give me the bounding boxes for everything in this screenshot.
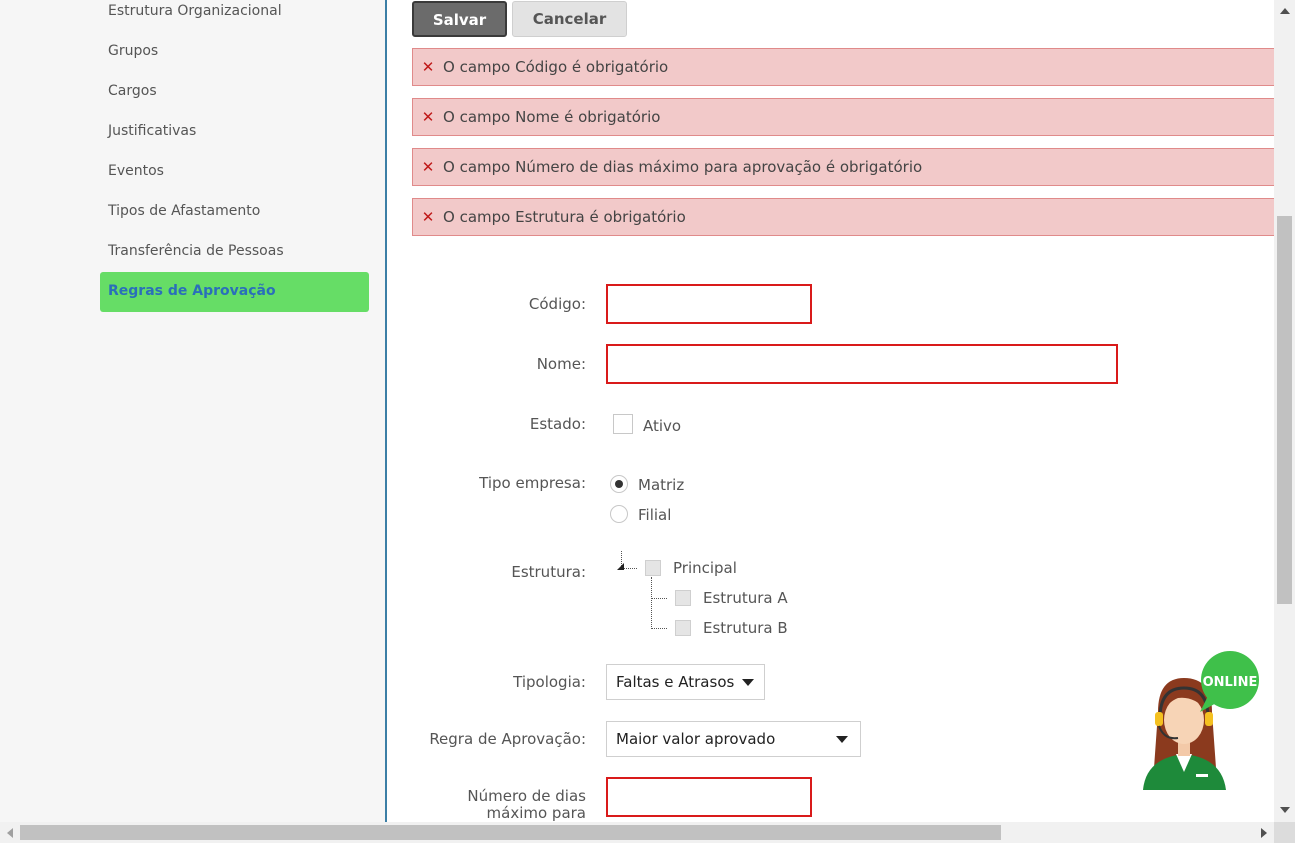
- tree-line: [651, 598, 667, 599]
- matriz-label: Matriz: [638, 476, 685, 494]
- sidebar-item-justificativas[interactable]: Justificativas: [100, 111, 369, 151]
- scrollbar-corner: [1274, 822, 1295, 843]
- error-x-icon: ✕: [421, 208, 435, 226]
- scroll-left-icon[interactable]: [7, 828, 13, 838]
- tree-expand-icon[interactable]: [617, 563, 624, 570]
- tree-line: [651, 628, 667, 629]
- estrutura-b-checkbox[interactable]: [675, 620, 691, 636]
- error-text: O campo Número de dias máximo para aprov…: [443, 158, 923, 176]
- sidebar-item-eventos[interactable]: Eventos: [100, 151, 369, 191]
- error-x-icon: ✕: [421, 108, 435, 126]
- tipologia-value: Faltas e Atrasos: [616, 673, 735, 691]
- sidebar-item-grupos[interactable]: Grupos: [100, 31, 369, 71]
- numero-dias-label: Número de dias máximo para: [467, 788, 586, 822]
- scroll-down-icon[interactable]: [1280, 807, 1290, 813]
- ativo-checkbox[interactable]: [613, 414, 633, 434]
- numero-dias-label-line2: máximo para: [486, 804, 586, 822]
- numero-dias-label-line1: Número de dias: [467, 787, 586, 805]
- chat-support-widget[interactable]: ONLINE: [1138, 650, 1263, 800]
- chevron-down-icon: [742, 679, 754, 686]
- chevron-down-icon: [836, 736, 848, 743]
- error-text: O campo Código é obrigatório: [443, 58, 669, 76]
- error-message: ✕ O campo Estrutura é obrigatório: [412, 198, 1274, 236]
- error-message: ✕ O campo Código é obrigatório: [412, 48, 1274, 86]
- estrutura-a-label: Estrutura A: [703, 589, 788, 607]
- sidebar-item-regras-aprovacao[interactable]: Regras de Aprovação: [100, 272, 369, 312]
- codigo-input[interactable]: [606, 284, 812, 324]
- principal-checkbox[interactable]: [645, 560, 661, 576]
- tipologia-label: Tipologia:: [513, 673, 586, 691]
- error-x-icon: ✕: [421, 158, 435, 176]
- sidebar-item-tipos-afastamento[interactable]: Tipos de Afastamento: [100, 191, 369, 231]
- online-status-label: ONLINE: [1203, 675, 1258, 690]
- filial-label: Filial: [638, 506, 672, 524]
- sidebar-divider: [385, 0, 387, 822]
- sidebar-item-cargos[interactable]: Cargos: [100, 71, 369, 111]
- sidebar: Estrutura Organizacional Grupos Cargos J…: [0, 0, 386, 822]
- regra-aprovacao-select[interactable]: Maior valor aprovado: [606, 721, 861, 757]
- cancel-button[interactable]: Cancelar: [512, 1, 627, 37]
- vertical-scrollbar-thumb[interactable]: [1277, 216, 1292, 604]
- support-agent-icon: ONLINE: [1143, 651, 1259, 790]
- scroll-right-icon[interactable]: [1261, 828, 1267, 838]
- error-x-icon: ✕: [421, 58, 435, 76]
- horizontal-scrollbar-thumb[interactable]: [20, 825, 1001, 840]
- estrutura-b-label: Estrutura B: [703, 619, 788, 637]
- regra-aprovacao-label: Regra de Aprovação:: [429, 730, 586, 748]
- nome-input[interactable]: [606, 344, 1118, 384]
- scroll-up-icon[interactable]: [1280, 8, 1290, 14]
- error-message: ✕ O campo Número de dias máximo para apr…: [412, 148, 1274, 186]
- sidebar-item-transferencia-pessoas[interactable]: Transferência de Pessoas: [100, 231, 369, 271]
- nome-label: Nome:: [536, 355, 586, 373]
- filial-radio[interactable]: [610, 505, 628, 523]
- ativo-label: Ativo: [643, 417, 682, 435]
- estado-label: Estado:: [529, 415, 586, 433]
- tipologia-select[interactable]: Faltas e Atrasos: [606, 664, 765, 700]
- estrutura-label: Estrutura:: [511, 563, 586, 581]
- tree-line: [651, 577, 652, 629]
- tipo-empresa-label: Tipo empresa:: [479, 474, 586, 492]
- sidebar-item-estrutura-organizacional[interactable]: Estrutura Organizacional: [100, 0, 369, 31]
- error-message: ✕ O campo Nome é obrigatório: [412, 98, 1274, 136]
- error-text: O campo Nome é obrigatório: [443, 108, 661, 126]
- numero-dias-input[interactable]: [606, 777, 812, 817]
- codigo-label: Código:: [528, 295, 586, 313]
- principal-label: Principal: [673, 559, 737, 577]
- matriz-radio[interactable]: [610, 475, 628, 493]
- regra-aprovacao-value: Maior valor aprovado: [616, 730, 776, 748]
- error-text: O campo Estrutura é obrigatório: [443, 208, 686, 226]
- estrutura-a-checkbox[interactable]: [675, 590, 691, 606]
- save-button[interactable]: Salvar: [412, 1, 507, 37]
